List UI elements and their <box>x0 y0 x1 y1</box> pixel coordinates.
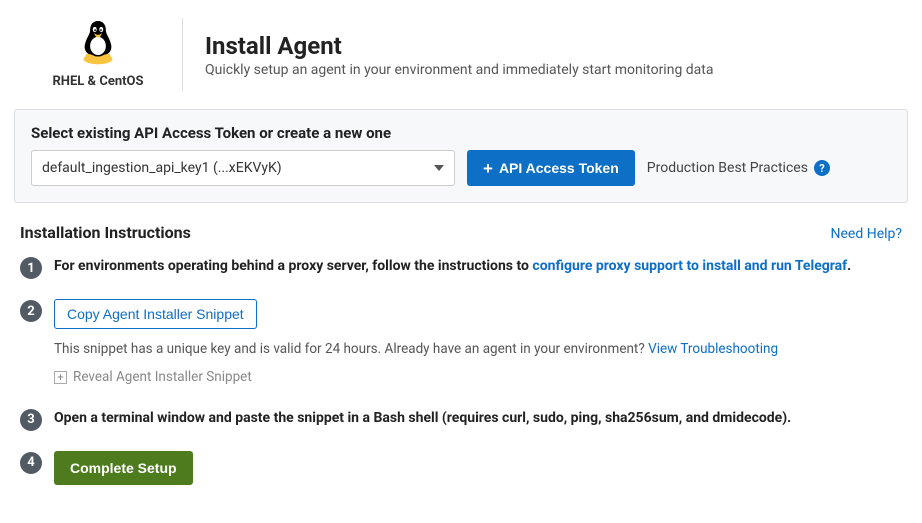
page-subtitle: Quickly setup an agent in your environme… <box>205 62 713 78</box>
need-help-link[interactable]: Need Help? <box>831 226 903 242</box>
steps-list: 1 For environments operating behind a pr… <box>14 256 908 485</box>
snippet-note: This snippet has a unique key and is val… <box>54 339 902 359</box>
instructions-title: Installation Instructions <box>20 223 191 242</box>
step-1: 1 For environments operating behind a pr… <box>20 256 902 279</box>
step-1-suffix: . <box>847 258 851 274</box>
page-title: Install Agent <box>205 32 713 60</box>
step-2: 2 Copy Agent Installer Snippet This snip… <box>20 299 902 388</box>
help-icon: ? <box>814 160 830 176</box>
tux-icon <box>77 18 119 70</box>
step-body: Copy Agent Installer Snippet This snippe… <box>54 299 902 388</box>
token-heading: Select existing API Access Token or crea… <box>31 124 891 142</box>
copy-snippet-button[interactable]: Copy Agent Installer Snippet <box>54 299 257 329</box>
token-panel: Select existing API Access Token or crea… <box>14 109 908 203</box>
step-badge: 2 <box>20 300 42 322</box>
step-4: 4 Complete Setup <box>20 451 902 485</box>
title-block: Install Agent Quickly setup an agent in … <box>183 14 713 95</box>
token-select[interactable]: default_ingestion_api_key1 (...xEKVyK) <box>31 150 455 186</box>
reveal-snippet-label: Reveal Agent Installer Snippet <box>73 367 252 387</box>
add-token-label: API Access Token <box>499 160 619 176</box>
step-1-prefix: For environments operating behind a prox… <box>54 258 532 274</box>
step-body: Complete Setup <box>54 451 902 485</box>
snippet-note-text: This snippet has a unique key and is val… <box>54 341 648 357</box>
page-header: RHEL & CentOS Install Agent Quickly setu… <box>14 14 908 95</box>
os-label: RHEL & CentOS <box>52 74 143 89</box>
token-select-value: default_ingestion_api_key1 (...xEKVyK) <box>42 160 282 176</box>
step-3: 3 Open a terminal window and paste the s… <box>20 408 902 431</box>
step-body: Open a terminal window and paste the sni… <box>54 408 902 431</box>
add-token-button[interactable]: + API Access Token <box>467 150 635 186</box>
token-row: default_ingestion_api_key1 (...xEKVyK) +… <box>31 150 891 186</box>
step-badge: 3 <box>20 409 42 431</box>
expand-icon: + <box>54 371 67 384</box>
step-badge: 4 <box>20 452 42 474</box>
complete-setup-button[interactable]: Complete Setup <box>54 451 193 485</box>
os-icon-block: RHEL & CentOS <box>14 14 182 95</box>
step-badge: 1 <box>20 257 42 279</box>
step-3-text: Open a terminal window and paste the sni… <box>54 410 791 426</box>
plus-icon: + <box>483 160 493 177</box>
instructions-head: Installation Instructions Need Help? <box>14 223 908 242</box>
best-practices-label: Production Best Practices <box>647 160 808 176</box>
troubleshooting-link[interactable]: View Troubleshooting <box>648 341 778 357</box>
best-practices-link[interactable]: Production Best Practices ? <box>647 160 830 176</box>
reveal-snippet-toggle[interactable]: + Reveal Agent Installer Snippet <box>54 367 252 387</box>
step-body: For environments operating behind a prox… <box>54 256 902 279</box>
proxy-config-link[interactable]: configure proxy support to install and r… <box>532 258 847 274</box>
chevron-down-icon <box>434 165 444 171</box>
